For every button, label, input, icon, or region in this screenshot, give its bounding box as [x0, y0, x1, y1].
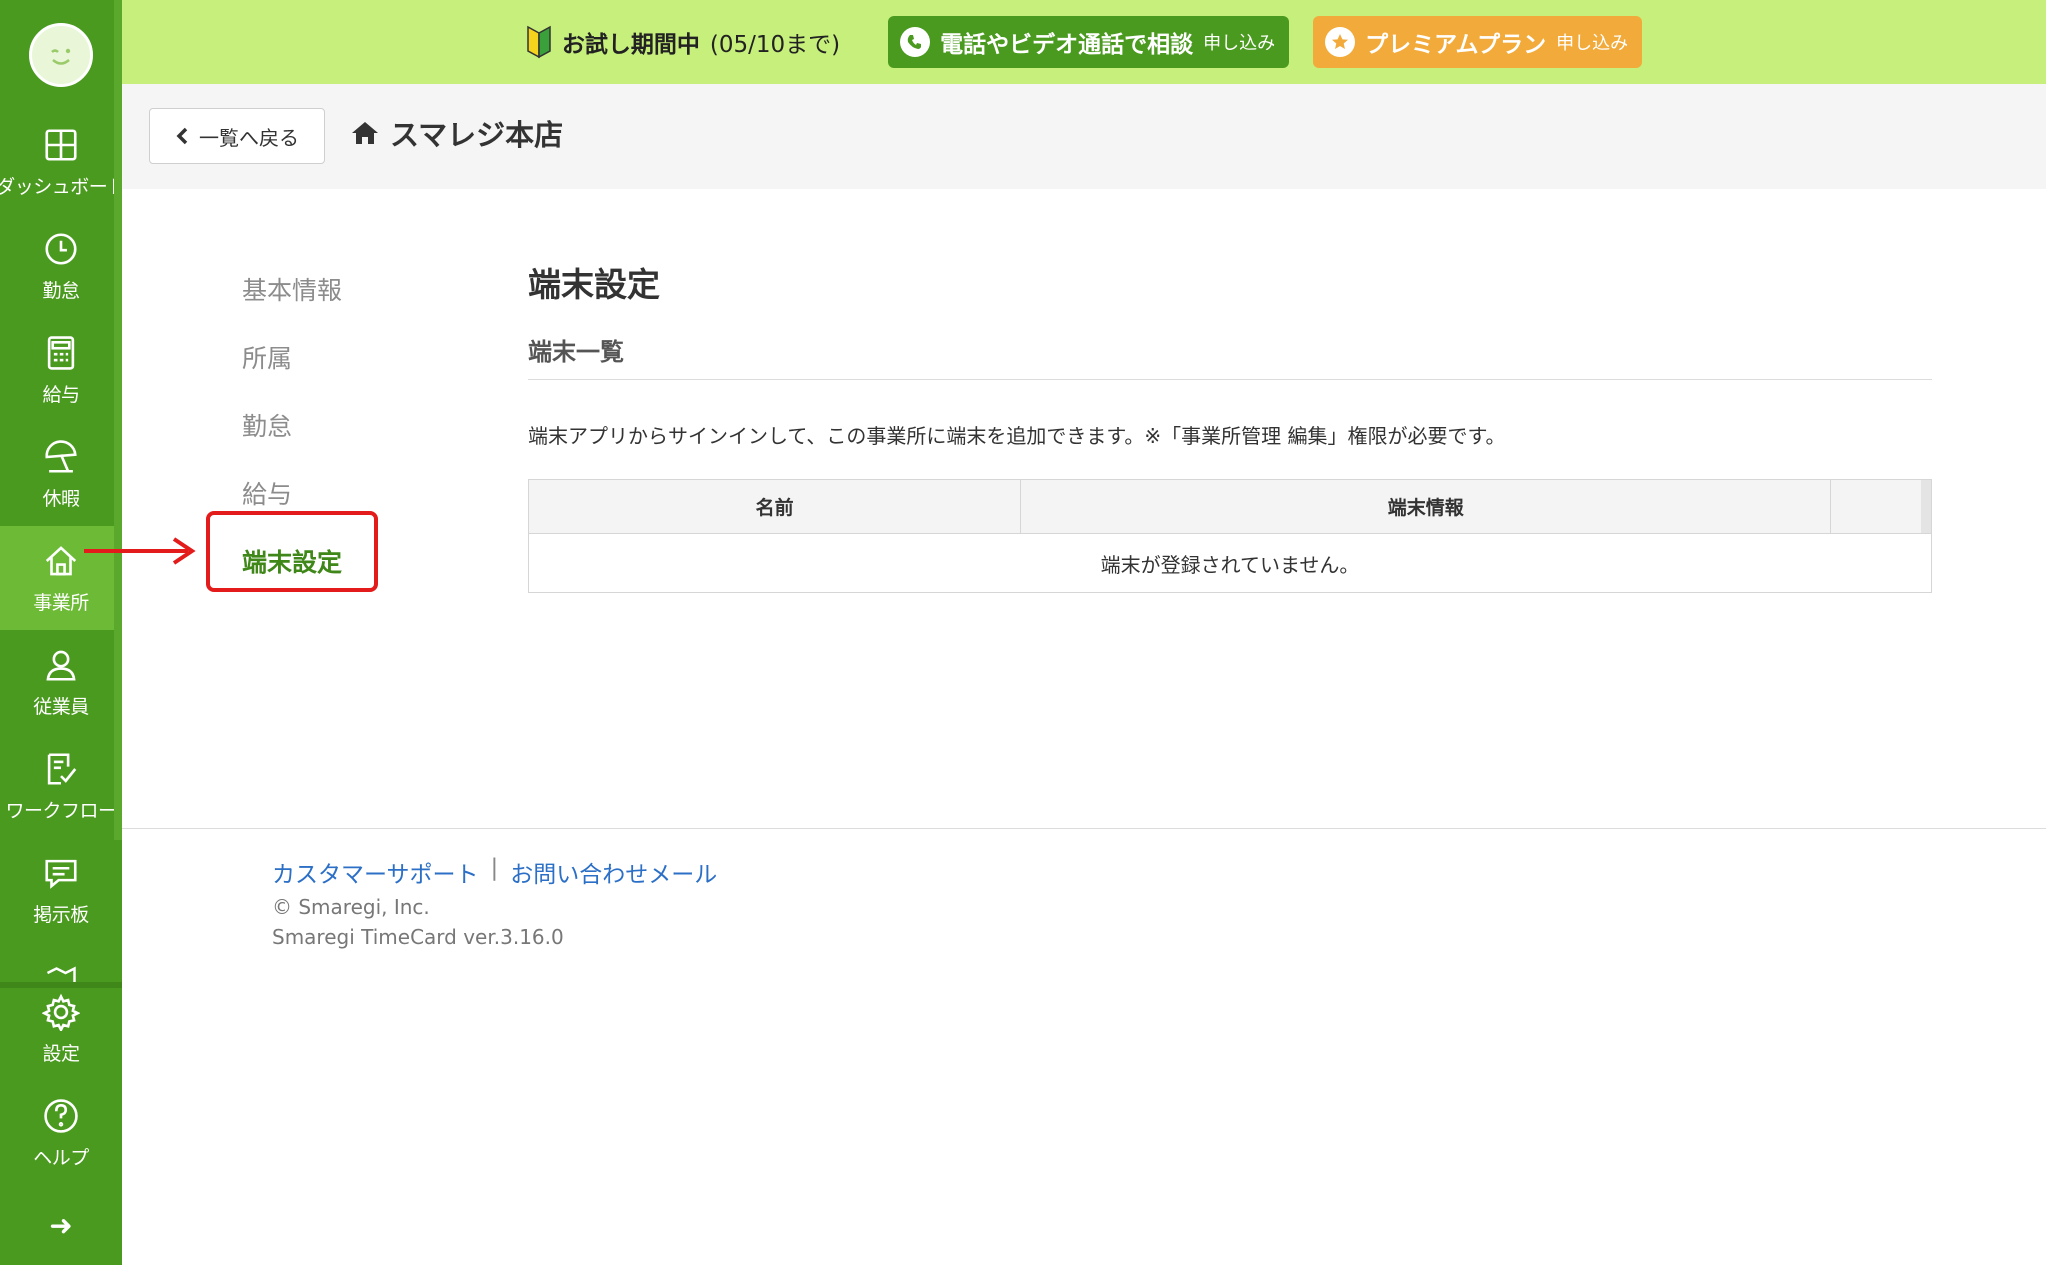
sidebar-item-label: 掲示板 — [33, 903, 89, 926]
sidebar-item-label: 設定 — [42, 1042, 80, 1065]
sidebar-item-label: 勤怠 — [42, 279, 80, 302]
calculator-icon — [47, 335, 75, 370]
sidebar-item-settings[interactable]: 設定 — [0, 977, 122, 1081]
column-header-name: 名前 — [529, 480, 1022, 533]
trial-until: (05/10まで) — [709, 32, 841, 58]
subnav-item-affiliation[interactable]: 所属 — [242, 323, 342, 391]
chat-icon — [45, 859, 77, 889]
column-header-actions — [1831, 480, 1921, 533]
sidebar-item-bulletin[interactable]: 掲示板 — [0, 838, 122, 942]
home-icon — [45, 545, 77, 575]
umbrella-icon — [45, 439, 77, 473]
sidebar-item-workflow[interactable]: ワークフロー — [0, 734, 122, 838]
sidebar-item-employees[interactable]: 従業員 — [0, 630, 122, 734]
sidebar-item-payroll[interactable]: 給与 — [0, 318, 122, 422]
page-header: 一覧へ戻る スマレジ本店 — [122, 84, 2046, 189]
sidebar-scrollbar[interactable] — [114, 0, 122, 840]
avatar[interactable] — [29, 23, 93, 87]
dashboard-icon — [45, 128, 77, 161]
gear-icon — [42, 993, 80, 1031]
consult-label: 電話やビデオ通話で相談 — [940, 32, 1194, 58]
table-empty-row: 端末が登録されていません。 — [529, 534, 1931, 592]
phone-icon — [900, 27, 931, 57]
home-icon — [352, 122, 378, 144]
sidebar-item-label: ヘルプ — [33, 1146, 89, 1169]
sidebar-item-help[interactable]: ヘルプ — [0, 1081, 122, 1185]
main-content: 端末設定 端末一覧 端末アプリからサインインして、この事業所に端末を追加できます… — [528, 258, 1932, 593]
person-icon — [46, 650, 76, 681]
back-to-list-button[interactable]: 一覧へ戻る — [149, 108, 325, 164]
consult-button[interactable]: 電話やビデオ通話で相談 申し込み — [888, 16, 1290, 68]
subnav-item-basic-info[interactable]: 基本情報 — [242, 255, 342, 323]
sidebar-item-label: 給与 — [42, 383, 80, 406]
beginner-mark-icon — [527, 25, 551, 59]
sidebar: ダッシュボード 勤怠 給与 休暇 事業所 従業員 ワークフロー 掲示板 設定 ヘ… — [0, 0, 126, 1265]
subnav-item-attendance[interactable]: 勤怠 — [242, 391, 342, 459]
premium-plan-button[interactable]: プレミアムプラン 申し込み — [1313, 16, 1643, 68]
star-icon — [1325, 27, 1356, 57]
arrow-right-icon: ➜ — [49, 1208, 73, 1242]
premium-sub: 申し込み — [1556, 33, 1629, 54]
terminal-table: 名前 端末情報 端末が登録されていません。 — [528, 479, 1932, 593]
empty-message: 端末が登録されていません。 — [1100, 552, 1360, 577]
footer-separator: | — [490, 855, 499, 881]
sidebar-item-leave[interactable]: 休暇 — [0, 422, 122, 526]
contact-mail-link[interactable]: お問い合わせメール — [510, 855, 717, 889]
sidebar-expand-button[interactable]: ➜ — [0, 1185, 122, 1265]
app-version: Smaregi TimeCard ver.3.16.0 — [272, 925, 564, 949]
table-scrollbar[interactable] — [1921, 480, 1931, 533]
sidebar-item-attendance[interactable]: 勤怠 — [0, 214, 122, 318]
store-name: スマレジ本店 — [390, 118, 564, 152]
clock-icon — [45, 232, 77, 265]
trial-status: お試し期間中 (05/10まで) — [526, 25, 840, 59]
section-title: 端末一覧 — [528, 332, 1932, 380]
column-header-terminal-info: 端末情報 — [1021, 480, 1832, 533]
checklist-icon — [47, 752, 77, 785]
table-header: 名前 端末情報 — [529, 480, 1931, 534]
sidebar-item-label: ワークフロー — [5, 799, 117, 822]
footer: カスタマーサポート | お問い合わせメール © Smaregi, Inc. Sm… — [122, 828, 2046, 1265]
back-label: 一覧へ戻る — [199, 125, 299, 150]
highlight-box — [206, 511, 378, 592]
question-icon — [44, 1098, 78, 1133]
page-title: 端末設定 — [528, 265, 660, 304]
trial-banner: お試し期間中 (05/10まで) 電話やビデオ通話で相談 申し込み プレミアムプ… — [122, 0, 2046, 84]
sidebar-item-dashboard[interactable]: ダッシュボード — [0, 110, 126, 214]
red-arrow-annotation — [84, 537, 196, 565]
premium-label: プレミアムプラン — [1365, 32, 1547, 58]
consult-sub: 申し込み — [1203, 33, 1276, 54]
smiley-icon — [51, 48, 71, 65]
sidebar-item-label: 従業員 — [33, 695, 89, 718]
chevron-left-icon — [176, 127, 188, 145]
trial-label: お試し期間中 — [561, 32, 700, 58]
sidebar-item-label: ダッシュボード — [0, 175, 126, 198]
copyright: © Smaregi, Inc. — [272, 895, 430, 919]
customer-support-link[interactable]: カスタマーサポート — [272, 855, 479, 889]
sidebar-item-label: 事業所 — [33, 591, 89, 614]
store-title: スマレジ本店 — [350, 112, 563, 154]
description-text: 端末アプリからサインインして、この事業所に端末を追加できます。※「事業所管理 編… — [528, 424, 1506, 448]
sidebar-item-label: 休暇 — [42, 487, 80, 510]
